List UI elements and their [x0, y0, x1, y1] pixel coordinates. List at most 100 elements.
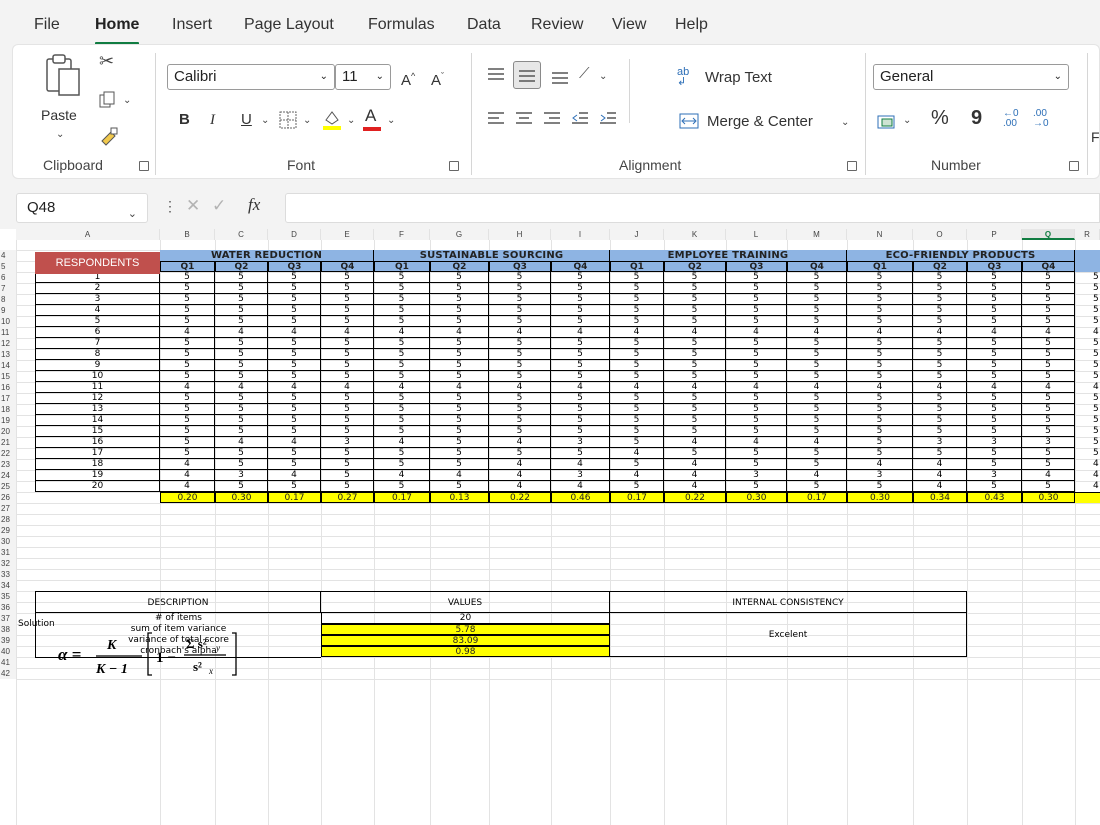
- grow-font-button[interactable]: A^: [401, 65, 415, 92]
- tab-review[interactable]: Review: [531, 16, 583, 34]
- score-cell[interactable]: 5: [847, 272, 913, 283]
- score-cell[interactable]: 4: [847, 459, 913, 470]
- respondent-id[interactable]: 8: [35, 349, 160, 360]
- score-cell[interactable]: 4: [610, 382, 664, 393]
- score-cell[interactable]: 5: [913, 338, 967, 349]
- row-header[interactable]: 13: [0, 349, 16, 360]
- respondent-id[interactable]: 5: [35, 316, 160, 327]
- decrease-decimal-icon[interactable]: .00 →0: [1033, 109, 1049, 129]
- row-header[interactable]: 23: [0, 459, 16, 470]
- row-header[interactable]: 31: [0, 547, 16, 558]
- tab-home[interactable]: Home: [95, 16, 140, 45]
- score-cell[interactable]: 5: [967, 393, 1022, 404]
- score-cell[interactable]: 5: [551, 371, 610, 382]
- row-header[interactable]: 30: [0, 536, 16, 547]
- score-cell[interactable]: 5: [847, 283, 913, 294]
- score-cell[interactable]: 4: [726, 437, 787, 448]
- score-cell[interactable]: 5: [321, 305, 374, 316]
- score-cell[interactable]: 5: [610, 481, 664, 492]
- score-cell[interactable]: 5: [726, 349, 787, 360]
- score-cell[interactable]: 5: [160, 404, 215, 415]
- score-cell-partial[interactable]: 4: [1075, 470, 1100, 481]
- score-cell[interactable]: 5: [430, 338, 489, 349]
- score-cell[interactable]: 4: [664, 459, 726, 470]
- row-header[interactable]: 16: [0, 382, 16, 393]
- score-cell[interactable]: 5: [1022, 294, 1075, 305]
- score-cell[interactable]: 5: [551, 415, 610, 426]
- score-cell[interactable]: 5: [913, 305, 967, 316]
- row-header[interactable]: 40: [0, 646, 16, 657]
- increase-indent-icon[interactable]: [599, 111, 617, 127]
- percent-style-button[interactable]: %: [931, 107, 949, 129]
- score-cell[interactable]: 5: [489, 272, 551, 283]
- enter-icon[interactable]: ✓: [212, 196, 226, 216]
- summary-value[interactable]: 5.78: [321, 624, 610, 635]
- score-cell[interactable]: 5: [321, 470, 374, 481]
- row-header[interactable]: 7: [0, 283, 16, 294]
- align-left-icon[interactable]: [487, 111, 505, 127]
- score-cell[interactable]: 5: [268, 459, 321, 470]
- score-cell[interactable]: 4: [913, 481, 967, 492]
- score-cell[interactable]: 5: [160, 349, 215, 360]
- score-cell[interactable]: 5: [664, 371, 726, 382]
- score-cell[interactable]: 5: [215, 294, 268, 305]
- chevron-down-icon[interactable]: ⌄: [303, 115, 311, 126]
- respondent-id[interactable]: 14: [35, 415, 160, 426]
- summary-description[interactable]: # of items: [35, 613, 321, 624]
- score-cell[interactable]: 4: [430, 382, 489, 393]
- score-cell[interactable]: 5: [610, 316, 664, 327]
- score-cell[interactable]: 5: [374, 459, 430, 470]
- score-cell[interactable]: 5: [551, 316, 610, 327]
- score-cell[interactable]: 5: [610, 426, 664, 437]
- score-cell[interactable]: 5: [160, 393, 215, 404]
- score-cell[interactable]: 5: [1022, 448, 1075, 459]
- score-cell[interactable]: 5: [430, 459, 489, 470]
- score-cell[interactable]: 5: [268, 294, 321, 305]
- score-cell[interactable]: 5: [489, 404, 551, 415]
- score-cell[interactable]: 4: [664, 382, 726, 393]
- align-center-icon[interactable]: [515, 111, 533, 127]
- tab-data[interactable]: Data: [467, 16, 501, 34]
- column-header-f[interactable]: F: [374, 229, 430, 240]
- score-cell[interactable]: 4: [913, 327, 967, 338]
- row-header[interactable]: 25: [0, 481, 16, 492]
- row-header[interactable]: 32: [0, 558, 16, 569]
- score-cell-partial[interactable]: 5: [1075, 393, 1100, 404]
- score-cell[interactable]: 5: [913, 448, 967, 459]
- score-cell[interactable]: 4: [551, 459, 610, 470]
- score-cell[interactable]: 5: [787, 415, 847, 426]
- score-cell[interactable]: 5: [787, 294, 847, 305]
- score-cell[interactable]: 5: [847, 294, 913, 305]
- score-cell[interactable]: 5: [321, 316, 374, 327]
- variance-cell[interactable]: 0.22: [489, 492, 551, 503]
- score-cell[interactable]: 5: [787, 283, 847, 294]
- summary-value[interactable]: 0.98: [321, 646, 610, 657]
- score-cell[interactable]: 5: [610, 349, 664, 360]
- score-cell[interactable]: 5: [1022, 360, 1075, 371]
- score-cell[interactable]: 5: [430, 360, 489, 371]
- row-header[interactable]: 10: [0, 316, 16, 327]
- score-cell[interactable]: 5: [215, 404, 268, 415]
- chevron-down-icon[interactable]: ⌄: [123, 95, 131, 106]
- dialog-launcher-icon[interactable]: [139, 161, 149, 171]
- row-header[interactable]: 41: [0, 657, 16, 668]
- score-cell[interactable]: 5: [489, 294, 551, 305]
- score-cell[interactable]: 5: [321, 272, 374, 283]
- score-cell[interactable]: 5: [787, 272, 847, 283]
- score-cell[interactable]: 5: [787, 404, 847, 415]
- score-cell[interactable]: 5: [160, 415, 215, 426]
- score-cell[interactable]: 5: [664, 305, 726, 316]
- score-cell[interactable]: 5: [726, 481, 787, 492]
- score-cell[interactable]: 5: [321, 371, 374, 382]
- score-cell[interactable]: 5: [610, 459, 664, 470]
- respondent-id[interactable]: 12: [35, 393, 160, 404]
- score-cell[interactable]: 5: [374, 481, 430, 492]
- row-header[interactable]: 24: [0, 470, 16, 481]
- score-cell[interactable]: 5: [268, 371, 321, 382]
- score-cell[interactable]: 5: [1022, 459, 1075, 470]
- column-header-p[interactable]: P: [967, 229, 1022, 240]
- score-cell-partial[interactable]: 5: [1075, 404, 1100, 415]
- score-cell[interactable]: 5: [489, 283, 551, 294]
- accounting-format-icon[interactable]: [877, 113, 897, 131]
- score-cell[interactable]: 3: [321, 437, 374, 448]
